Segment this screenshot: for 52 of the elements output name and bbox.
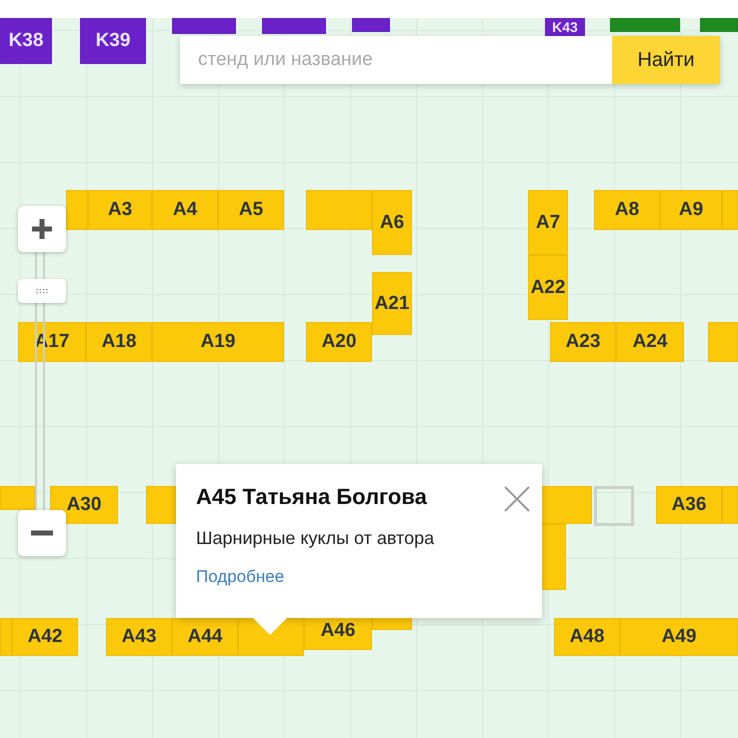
booth[interactable] — [708, 322, 738, 362]
popup-pointer — [252, 617, 288, 635]
search-button[interactable]: Найти — [612, 36, 720, 84]
booth[interactable]: A44 — [172, 618, 238, 656]
booth[interactable]: A4 — [152, 190, 218, 230]
booth[interactable] — [610, 18, 680, 32]
booth[interactable]: A7 — [528, 190, 568, 255]
booth[interactable]: A21 — [372, 272, 412, 335]
booth[interactable]: A42 — [12, 618, 78, 656]
booth[interactable]: A48 — [554, 618, 620, 656]
booth[interactable]: A9 — [660, 190, 722, 230]
booth[interactable]: K43 — [545, 18, 585, 36]
booth[interactable] — [0, 618, 12, 656]
zoom-slider-handle[interactable] — [18, 278, 66, 303]
booth[interactable]: A18 — [86, 322, 152, 362]
zoom-out-button[interactable] — [18, 510, 66, 556]
booth[interactable]: A20 — [306, 322, 372, 362]
booth[interactable]: A22 — [528, 255, 568, 320]
booth[interactable]: A3 — [88, 190, 152, 230]
minus-icon — [31, 530, 53, 536]
booth[interactable] — [262, 18, 326, 34]
booth[interactable]: A8 — [594, 190, 660, 230]
booth[interactable] — [722, 486, 738, 524]
booth[interactable]: A23 — [550, 322, 616, 362]
popup-description: Шарнирные куклы от автора — [196, 528, 434, 549]
booth[interactable] — [352, 18, 390, 32]
booth[interactable] — [722, 190, 738, 230]
zoom-in-button[interactable] — [18, 206, 66, 252]
booth[interactable]: A5 — [218, 190, 284, 230]
booth[interactable] — [306, 190, 372, 230]
booth[interactable]: A30 — [50, 486, 118, 524]
booth[interactable] — [540, 486, 592, 524]
booth[interactable] — [540, 524, 566, 590]
booth[interactable]: A49 — [620, 618, 738, 656]
plus-icon — [31, 218, 53, 240]
booth[interactable] — [0, 486, 35, 510]
booth[interactable]: K39 — [80, 18, 146, 64]
empty-booth[interactable] — [594, 486, 634, 526]
booth[interactable] — [146, 486, 176, 524]
search-field[interactable]: стенд или название — [180, 36, 612, 84]
more-link[interactable]: Подробнее — [196, 567, 284, 587]
close-icon[interactable] — [504, 486, 530, 512]
booth[interactable] — [700, 18, 738, 32]
booth[interactable]: K38 — [0, 18, 52, 64]
booth[interactable]: A6 — [372, 190, 412, 255]
booth[interactable]: A36 — [656, 486, 722, 524]
booth[interactable]: A43 — [106, 618, 172, 656]
booth[interactable] — [172, 18, 236, 34]
popup-title: A45 Татьяна Болгова — [196, 484, 427, 510]
booth[interactable]: A24 — [616, 322, 684, 362]
booth[interactable]: A19 — [152, 322, 284, 362]
grip-icon — [35, 288, 49, 294]
